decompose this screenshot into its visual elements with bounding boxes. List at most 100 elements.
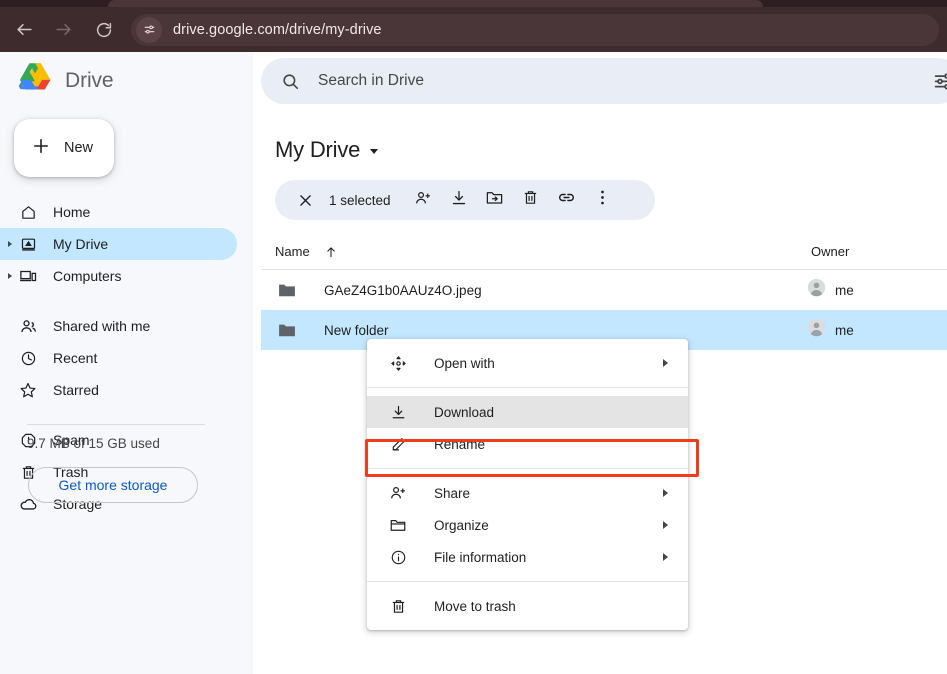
address-bar[interactable]: drive.google.com/drive/my-drive	[131, 13, 939, 46]
expand-caret-icon[interactable]	[8, 241, 12, 247]
close-icon[interactable]	[287, 182, 323, 218]
selected-count-label: 1 selected	[329, 192, 391, 208]
menu-item-label: Rename	[434, 436, 486, 452]
sidebar-item-starred[interactable]: Starred	[0, 374, 237, 406]
download-icon	[388, 402, 408, 422]
folder-open-icon	[388, 515, 408, 535]
move-to-folder-icon	[485, 188, 504, 212]
file-owner: me	[807, 278, 854, 302]
menu-group: Share Organize File information	[367, 477, 688, 573]
brand-name: Drive	[65, 68, 114, 92]
new-button[interactable]: New	[14, 119, 114, 177]
storage-usage-text: 9.7 MB of 15 GB used	[27, 436, 160, 451]
menu-item-file-information[interactable]: File information	[367, 541, 688, 573]
sidebar-item-shared-with-me[interactable]: Shared with me	[0, 310, 237, 342]
submenu-arrow-icon	[663, 359, 668, 367]
url-text: drive.google.com/drive/my-drive	[173, 21, 382, 38]
pencil-icon	[388, 434, 408, 454]
menu-divider	[367, 387, 688, 388]
page-body: Drive New Home My Drive Computers Shared…	[0, 52, 947, 674]
menu-item-label: Move to trash	[434, 598, 516, 614]
chevron-down-icon[interactable]	[370, 149, 379, 154]
google-drive-logo-icon	[18, 63, 52, 98]
tune-icon[interactable]	[136, 16, 162, 43]
trash-icon	[522, 189, 539, 211]
back-arrow-icon[interactable]	[7, 13, 41, 47]
my-drive-icon	[18, 234, 38, 254]
column-header-owner[interactable]: Owner	[811, 244, 849, 259]
page-title[interactable]: My Drive	[275, 137, 379, 163]
menu-group: Move to trash	[367, 590, 688, 622]
organize-button[interactable]	[477, 182, 513, 218]
sidebar-item-home[interactable]: Home	[0, 196, 237, 228]
more-vert-icon	[600, 188, 605, 212]
forward-arrow-icon[interactable]	[46, 13, 80, 47]
submenu-arrow-icon	[663, 553, 668, 561]
search-bar[interactable]	[261, 58, 947, 104]
search-input[interactable]	[318, 72, 947, 90]
sidebar: Drive New Home My Drive Computers Shared…	[0, 52, 253, 674]
sidebar-item-label: Computers	[53, 268, 122, 284]
sidebar-item-my-drive[interactable]: My Drive	[0, 228, 237, 260]
reload-icon[interactable]	[87, 13, 121, 47]
table-header-row: Name Owner	[261, 234, 947, 270]
clock-icon	[18, 348, 38, 368]
submenu-arrow-icon	[663, 489, 668, 497]
menu-item-label: Share	[434, 485, 471, 501]
search-icon	[281, 72, 300, 91]
sidebar-item-label: My Drive	[53, 236, 109, 252]
menu-item-open-with[interactable]: Open with	[367, 347, 688, 379]
menu-item-label: Open with	[434, 355, 495, 371]
menu-item-rename[interactable]: Rename	[367, 428, 688, 460]
get-more-storage-button[interactable]: Get more storage	[28, 467, 198, 503]
folder-icon	[275, 318, 299, 342]
sidebar-item-label: Shared with me	[53, 318, 151, 334]
home-icon	[18, 202, 38, 222]
people-icon	[18, 316, 38, 336]
file-owner: me	[807, 318, 854, 342]
browser-chrome: drive.google.com/drive/my-drive	[0, 0, 947, 52]
context-menu: Open with Download Rename Share Organize…	[367, 339, 688, 630]
submenu-arrow-icon	[663, 521, 668, 529]
browser-navigation-bar: drive.google.com/drive/my-drive	[0, 7, 947, 52]
sidebar-item-label: Starred	[53, 382, 99, 398]
sort-ascending-arrow-icon[interactable]	[324, 245, 338, 259]
menu-item-download[interactable]: Download	[367, 396, 688, 428]
download-button[interactable]	[441, 182, 477, 218]
sidebar-item-recent[interactable]: Recent	[0, 342, 237, 374]
menu-item-move-to-trash[interactable]: Move to trash	[367, 590, 688, 622]
menu-item-share[interactable]: Share	[367, 477, 688, 509]
expand-caret-icon[interactable]	[8, 273, 12, 279]
owner-label: me	[835, 282, 854, 298]
sidebar-item-computers[interactable]: Computers	[0, 260, 237, 292]
active-browser-tab[interactable]	[108, 0, 763, 7]
more-actions-button[interactable]	[585, 182, 621, 218]
menu-item-organize[interactable]: Organize	[367, 509, 688, 541]
get-link-button[interactable]	[549, 182, 585, 218]
file-name: GAeZ4G1b0AAUz4O.jpeg	[324, 282, 482, 298]
tab-strip	[0, 0, 947, 7]
menu-item-label: Organize	[434, 517, 489, 533]
star-icon	[18, 380, 38, 400]
table-row[interactable]: GAeZ4G1b0AAUz4O.jpeg me	[261, 270, 947, 310]
menu-divider	[367, 581, 688, 582]
page-title-label: My Drive	[275, 137, 361, 162]
column-header-name[interactable]: Name	[275, 244, 310, 259]
person-add-icon	[414, 189, 432, 212]
trash-icon	[388, 596, 408, 616]
share-button[interactable]	[405, 182, 441, 218]
open-with-icon	[388, 353, 408, 373]
info-icon	[388, 547, 408, 567]
link-icon	[557, 188, 576, 212]
drive-brand[interactable]: Drive	[18, 63, 114, 98]
sidebar-item-label: Home	[53, 204, 91, 220]
trash-button[interactable]	[513, 182, 549, 218]
plus-icon	[31, 136, 51, 161]
divider	[27, 424, 205, 425]
person-add-icon	[388, 483, 408, 503]
download-icon	[450, 189, 468, 212]
tune-icon[interactable]	[933, 70, 947, 96]
file-table: Name Owner GAeZ4G1b0AAUz4O.jpeg me New f…	[261, 234, 947, 350]
computers-icon	[18, 266, 38, 286]
sidebar-item-label: Recent	[53, 350, 98, 366]
